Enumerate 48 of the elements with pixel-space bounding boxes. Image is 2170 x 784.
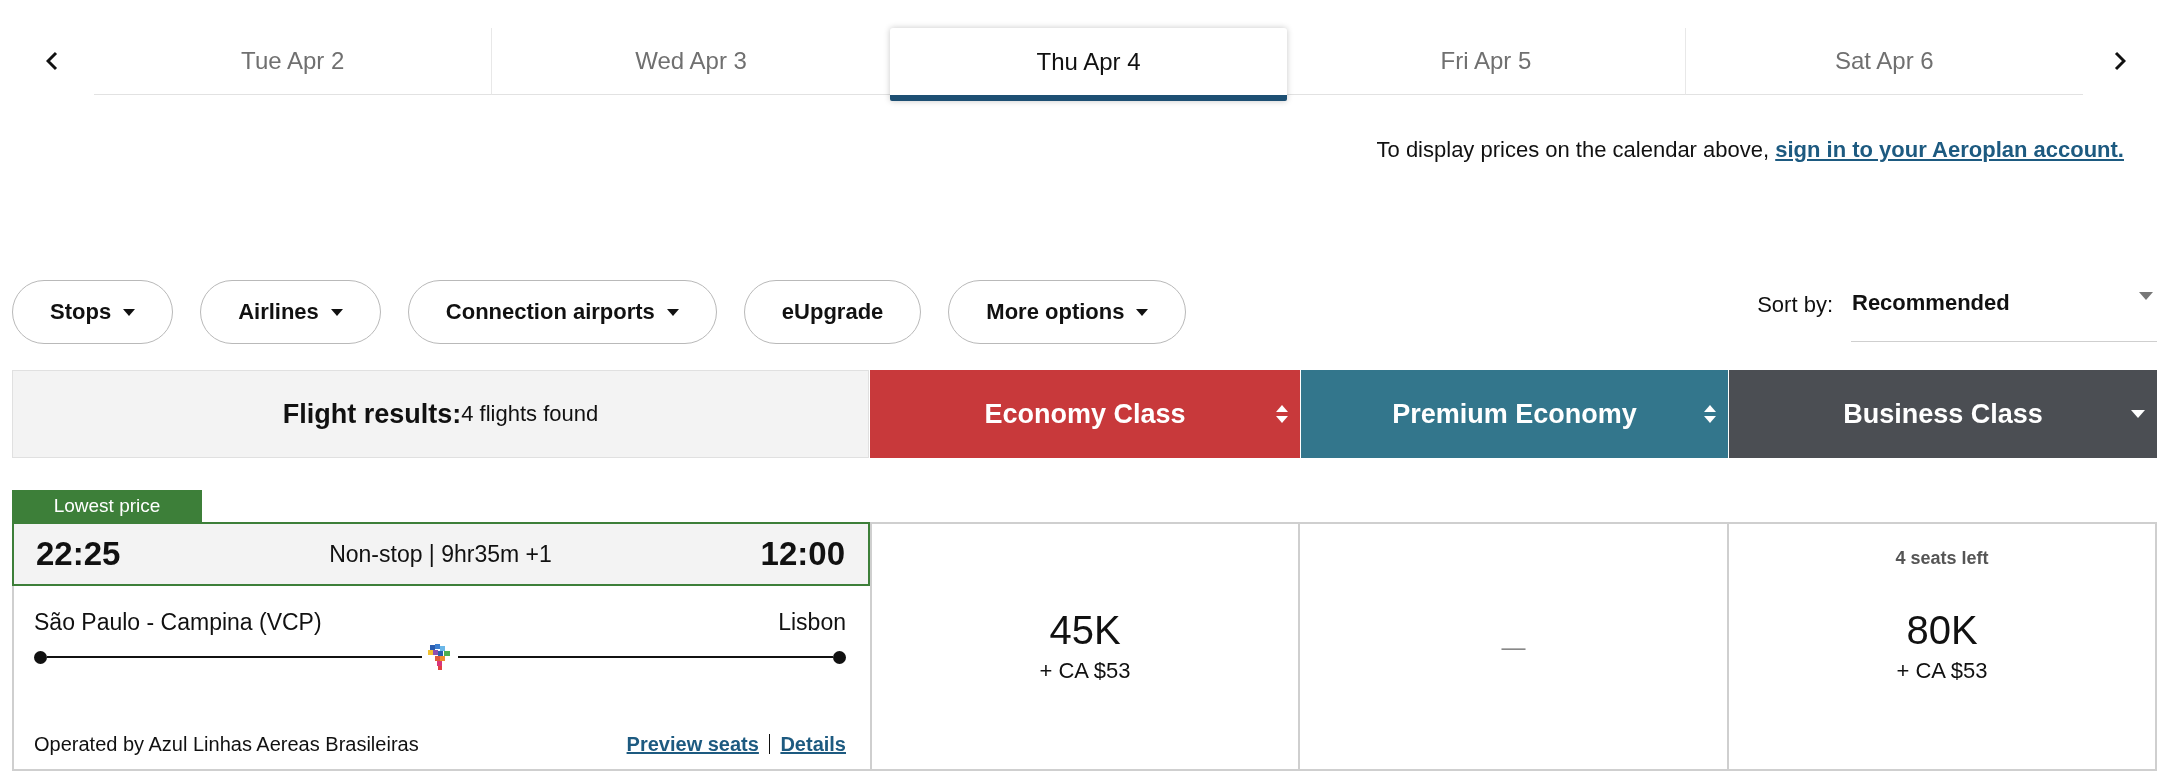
results-title: Flight results:	[282, 398, 462, 430]
arrival-dot-icon	[833, 650, 846, 664]
chevron-left-icon	[46, 51, 58, 71]
unavailable-dash: —	[1501, 632, 1526, 661]
cabin-column-header[interactable]: Business Class	[1729, 370, 2157, 458]
fare-cash: + CA $53	[1896, 656, 1988, 685]
lowest-price-badge: Lowest price	[12, 490, 202, 522]
fare-points: 80K	[1906, 607, 1978, 652]
sort-label: Sort by:	[1757, 291, 1833, 319]
filter-button[interactable]: Connection airports	[407, 280, 717, 344]
departure-dot-icon	[34, 650, 47, 664]
seats-left-note: 4 seats left	[1895, 548, 1989, 568]
flight-link[interactable]: Details	[780, 731, 846, 757]
caret-down-icon	[330, 308, 343, 316]
caret-down-icon	[1136, 308, 1149, 316]
date-tab[interactable]: Thu Apr 4	[889, 28, 1288, 101]
sort-arrows-icon	[1704, 404, 1716, 424]
cabin-column-header[interactable]: Economy Class	[870, 370, 1300, 458]
previous-date-button[interactable]	[46, 51, 58, 71]
fare-cash: + CA $53	[1039, 656, 1131, 685]
caret-down-icon	[2139, 292, 2153, 300]
caret-down-icon	[123, 308, 136, 316]
filter-button[interactable]: eUpgrade	[743, 280, 922, 344]
origin-city: São Paulo - Campina (VCP)	[34, 608, 322, 636]
results-count: 4 flights found	[461, 401, 599, 427]
cabin-column-header[interactable]: Premium Economy	[1301, 370, 1728, 458]
fare-cell[interactable]: 45K + CA $53	[870, 522, 1300, 771]
caret-down-icon	[666, 308, 679, 316]
filter-button[interactable]: Stops	[12, 280, 174, 344]
chevron-right-icon	[2114, 51, 2126, 71]
flight-link[interactable]: Preview seats	[626, 731, 759, 757]
destination-city: Lisbon	[778, 608, 846, 636]
departure-time: 22:25	[36, 535, 121, 573]
sort-arrows-icon	[1276, 404, 1288, 424]
filter-button[interactable]: Airlines	[200, 280, 381, 344]
fare-points: 45K	[1049, 607, 1121, 652]
operator-text: Operated by Azul Linhas Aereas Brasileiras	[34, 732, 419, 757]
filter-button[interactable]: More options	[948, 280, 1187, 344]
fare-cell[interactable]: 4 seats left 80K + CA $53	[1729, 522, 2157, 771]
arrival-time: 12:00	[760, 535, 845, 573]
caret-down-icon	[2131, 410, 2145, 418]
flight-summary: Non-stop | 9hr35m +1	[329, 540, 552, 568]
sign-in-notice: To display prices on the calendar above, sign in to your Aeroplan account.	[1376, 136, 2124, 164]
sign-in-link[interactable]: sign in to your Aeroplan account.	[1775, 137, 2124, 162]
date-tab[interactable]: Sat Apr 6	[1684, 28, 2084, 95]
date-tab[interactable]: Wed Apr 3	[491, 28, 890, 95]
fare-cell[interactable]: —	[1300, 522, 1729, 771]
next-date-button[interactable]	[2114, 51, 2126, 71]
